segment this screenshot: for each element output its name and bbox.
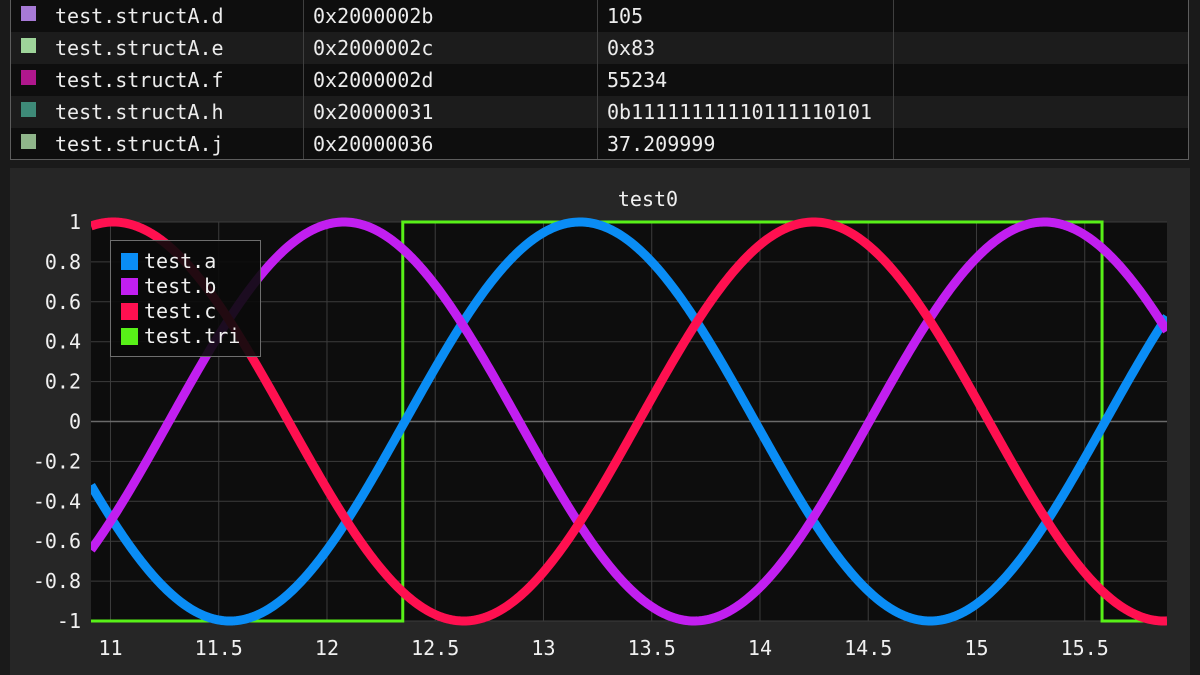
variable-name: test.structA.h bbox=[55, 100, 224, 124]
legend-label: test.a bbox=[144, 249, 217, 273]
y-tick-label: -0.6 bbox=[33, 529, 81, 553]
x-tick-label: 15 bbox=[964, 636, 988, 660]
variable-address: 0x20000031 bbox=[313, 100, 434, 124]
variable-value[interactable]: 37.209999 bbox=[607, 128, 715, 160]
variable-name: test.structA.e bbox=[55, 36, 224, 60]
y-tick-label: -0.8 bbox=[33, 569, 81, 593]
color-swatch[interactable] bbox=[21, 38, 36, 53]
x-tick-label: 14.5 bbox=[844, 636, 892, 660]
table-row[interactable]: test.structA.d 0x2000002b 105 bbox=[11, 0, 1188, 32]
table-row[interactable]: test.structA.e 0x2000002c 0x83 bbox=[11, 32, 1188, 64]
legend-label: test.b bbox=[144, 274, 217, 298]
x-tick-label: 15.5 bbox=[1061, 636, 1109, 660]
y-tick-label: 0.2 bbox=[45, 370, 81, 394]
y-tick-label: -0.2 bbox=[33, 449, 81, 473]
x-tick-label: 11 bbox=[98, 636, 122, 660]
legend-item-test-tri[interactable]: test.tri bbox=[121, 324, 240, 348]
x-tick-label: 11.5 bbox=[195, 636, 243, 660]
variable-name: test.structA.d bbox=[55, 4, 224, 28]
variable-value[interactable]: 0b11111111110111110101 bbox=[607, 96, 872, 128]
legend-item-test-a[interactable]: test.a bbox=[121, 249, 216, 273]
variable-name: test.structA.j bbox=[55, 132, 224, 156]
x-tick-label: 14 bbox=[748, 636, 772, 660]
table-row[interactable]: test.structA.j 0x20000036 37.209999 bbox=[11, 128, 1188, 160]
x-tick-label: 12 bbox=[315, 636, 339, 660]
y-tick-label: 0 bbox=[69, 410, 81, 434]
variable-address: 0x2000002b bbox=[313, 4, 434, 28]
legend-swatch bbox=[121, 328, 138, 345]
legend-swatch bbox=[121, 278, 138, 295]
y-tick-label: -0.4 bbox=[33, 489, 81, 513]
table-row[interactable]: test.structA.f 0x2000002d 55234 bbox=[11, 64, 1188, 96]
y-tick-label: 0.6 bbox=[45, 290, 81, 314]
x-tick-label: 12.5 bbox=[411, 636, 459, 660]
legend-item-test-b[interactable]: test.b bbox=[121, 274, 216, 298]
variable-value[interactable]: 105 bbox=[607, 0, 643, 32]
variable-address: 0x20000036 bbox=[313, 132, 434, 156]
legend-label: test.c bbox=[144, 299, 217, 323]
color-swatch[interactable] bbox=[21, 70, 36, 85]
legend-item-test-c[interactable]: test.c bbox=[121, 299, 216, 323]
x-tick-label: 13.5 bbox=[628, 636, 676, 660]
variables-table: test.structA.d 0x2000002b 105 test.struc… bbox=[10, 0, 1189, 160]
chart-title: test0 bbox=[618, 187, 678, 211]
table-row[interactable]: test.structA.h 0x20000031 0b111111111101… bbox=[11, 96, 1188, 128]
y-tick-label: 1 bbox=[69, 210, 81, 234]
plot-panel[interactable]: test0 11 11.5 12 12.5 13 13.5 14 14.5 15 15.5 1 0.8 0… bbox=[10, 168, 1190, 675]
color-swatch[interactable] bbox=[21, 102, 36, 117]
variable-name: test.structA.f bbox=[55, 68, 224, 92]
variable-value[interactable]: 55234 bbox=[607, 64, 667, 96]
legend[interactable]: test.a test.b test.c test.tri bbox=[110, 240, 261, 357]
column-divider[interactable] bbox=[303, 0, 304, 159]
x-tick-label: 13 bbox=[531, 636, 555, 660]
variable-address: 0x2000002c bbox=[313, 36, 434, 60]
y-tick-label: 0.8 bbox=[45, 250, 81, 274]
legend-label: test.tri bbox=[144, 324, 241, 348]
column-divider[interactable] bbox=[893, 0, 894, 159]
y-tick-label: 0.4 bbox=[45, 330, 81, 354]
legend-swatch bbox=[121, 253, 138, 270]
legend-swatch bbox=[121, 303, 138, 320]
y-tick-label: -1 bbox=[57, 609, 81, 633]
column-divider[interactable] bbox=[597, 0, 598, 159]
variable-address: 0x2000002d bbox=[313, 68, 434, 92]
color-swatch[interactable] bbox=[21, 6, 36, 21]
variable-value[interactable]: 0x83 bbox=[607, 32, 655, 64]
color-swatch[interactable] bbox=[21, 134, 36, 149]
